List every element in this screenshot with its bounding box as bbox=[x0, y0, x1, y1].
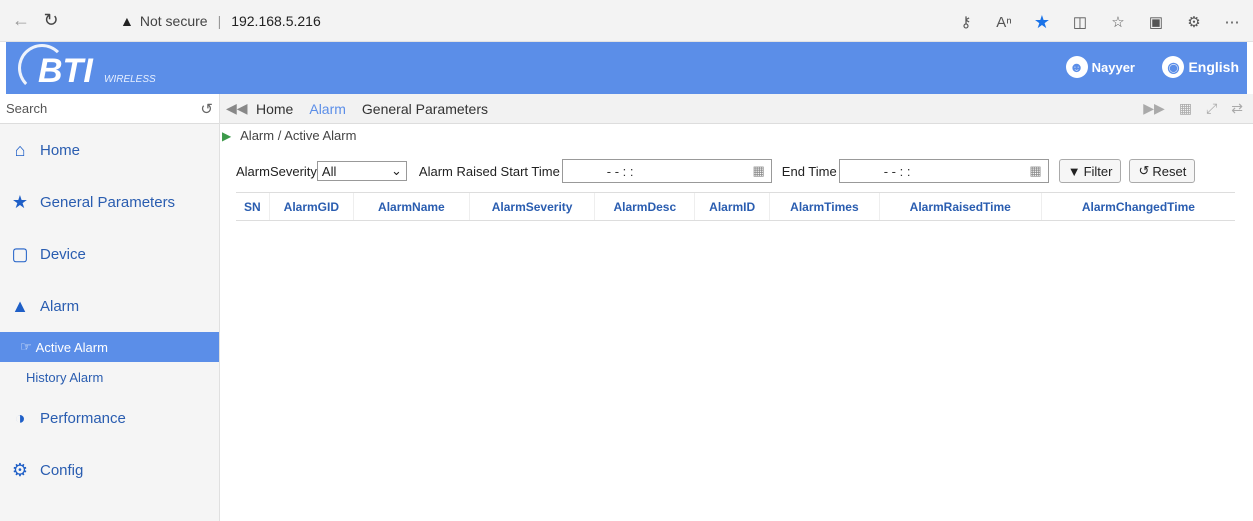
tab-general-parameters[interactable]: General Parameters bbox=[362, 101, 488, 117]
calendar-icon[interactable]: ▦ bbox=[1029, 163, 1041, 179]
favorite-star-icon[interactable]: ★ bbox=[1029, 12, 1055, 33]
language-label: English bbox=[1188, 59, 1239, 75]
language-menu[interactable]: ◉ English bbox=[1162, 56, 1239, 78]
key-icon[interactable]: ⚷ bbox=[953, 13, 979, 31]
globe-icon: ◉ bbox=[1162, 56, 1185, 78]
not-secure-label: Not secure bbox=[139, 13, 208, 29]
sidebar-item-label: Config bbox=[40, 461, 84, 479]
reload-icon[interactable]: ↻ bbox=[36, 6, 66, 36]
sidebar-search[interactable]: Search ↺ bbox=[0, 94, 219, 124]
start-time-value: - - : : bbox=[606, 163, 634, 179]
star-icon: ★ bbox=[11, 191, 29, 212]
column-header[interactable]: AlarmChangedTime bbox=[1040, 192, 1235, 221]
device-icon: ▢ bbox=[11, 243, 29, 264]
filter-bar: AlarmSeverity All ⌄ Alarm Raised Start T… bbox=[236, 158, 1203, 184]
home-icon: ⌂ bbox=[14, 139, 26, 160]
severity-value: All bbox=[321, 163, 337, 179]
sidebar-subitem-active-alarm[interactable]: ☞ Active Alarm bbox=[0, 332, 219, 362]
refresh-icon[interactable]: ↺ bbox=[200, 100, 213, 118]
url-text[interactable]: 192.168.5.216 bbox=[231, 13, 321, 29]
column-header[interactable]: AlarmGID bbox=[268, 192, 354, 221]
extensions-icon[interactable]: ⚙ bbox=[1181, 13, 1207, 31]
column-header[interactable]: AlarmSeverity bbox=[468, 192, 595, 221]
sidebar: Search ↺ ⌂ Home ★ General Parameters ▢ D… bbox=[0, 94, 220, 521]
end-time-value: - - : : bbox=[883, 163, 911, 179]
column-header[interactable]: AlarmRaisedTime bbox=[878, 192, 1042, 221]
severity-label: AlarmSeverity bbox=[236, 163, 317, 179]
sidebar-subitem-label: Active Alarm bbox=[35, 339, 108, 355]
sidebar-subitem-label: History Alarm bbox=[26, 369, 104, 385]
tab-bar: ◀◀ Home Alarm General Parameters ▶▶ ▦ ⤢ … bbox=[220, 94, 1253, 124]
tab-tools: ▶▶ ▦ ⤢ ⇄ bbox=[1143, 100, 1243, 117]
swap-icon[interactable]: ⇄ bbox=[1231, 100, 1243, 117]
bell-icon: ▲ bbox=[11, 295, 29, 316]
back-icon[interactable]: ← bbox=[6, 6, 36, 36]
windows-icon[interactable]: ▦ bbox=[1179, 100, 1192, 117]
fullscreen-icon[interactable]: ⤢ bbox=[1206, 100, 1217, 117]
sidebar-item-alarm[interactable]: ▲ Alarm bbox=[0, 280, 219, 332]
favorites-icon[interactable]: ☆ bbox=[1105, 13, 1131, 31]
reset-button-label: Reset bbox=[1152, 163, 1187, 179]
sidebar-item-home[interactable]: ⌂ Home bbox=[0, 124, 219, 176]
start-time-input[interactable]: - - : : ▦ bbox=[561, 159, 772, 183]
sidebar-item-config[interactable]: ⚙ Config bbox=[0, 444, 219, 496]
app-header: BTI WIRELESS ☻ Nayyer ◉ English bbox=[6, 42, 1247, 94]
alarm-table: SN AlarmGID AlarmName AlarmSeverity Alar… bbox=[236, 192, 1235, 221]
column-header[interactable]: SN bbox=[236, 192, 270, 221]
column-header[interactable]: AlarmID bbox=[694, 192, 770, 221]
search-input[interactable]: Search bbox=[6, 101, 47, 116]
column-header[interactable]: AlarmDesc bbox=[594, 192, 695, 221]
split-screen-icon[interactable]: ◫ bbox=[1067, 13, 1093, 31]
address-separator: | bbox=[217, 13, 222, 29]
sidebar-item-general-parameters[interactable]: ★ General Parameters bbox=[0, 176, 219, 228]
column-header[interactable]: AlarmTimes bbox=[769, 192, 880, 221]
end-time-label: End Time bbox=[781, 163, 837, 179]
table-header-row: SN AlarmGID AlarmName AlarmSeverity Alar… bbox=[236, 192, 1235, 221]
pointer-icon: ☞ bbox=[20, 339, 32, 354]
scroll-left-icon[interactable]: ◀◀ bbox=[226, 100, 248, 117]
browser-actions: ⚷ Aⁿ ★ ◫ ☆ ▣ ⚙ ⋯ bbox=[953, 8, 1245, 36]
filter-button-label: Filter bbox=[1083, 163, 1113, 179]
reset-button[interactable]: ↺ Reset bbox=[1129, 159, 1196, 183]
sidebar-item-label: Alarm bbox=[40, 297, 80, 315]
user-icon: ☻ bbox=[1065, 56, 1088, 78]
performance-icon: ◑ bbox=[14, 407, 26, 428]
column-header[interactable]: AlarmName bbox=[353, 192, 470, 221]
user-name: Nayyer bbox=[1091, 59, 1135, 75]
logo-subtext: WIRELESS bbox=[104, 74, 156, 85]
sidebar-item-label: Home bbox=[40, 141, 81, 159]
start-time-label: Alarm Raised Start Time bbox=[418, 163, 560, 179]
browser-toolbar: ← ↻ ▲ Not secure | 192.168.5.216 ⚷ Aⁿ ★ … bbox=[0, 0, 1253, 42]
sidebar-item-label: Device bbox=[40, 245, 86, 263]
read-aloud-icon[interactable]: Aⁿ bbox=[991, 14, 1017, 31]
sidebar-item-performance[interactable]: ◑ Performance bbox=[0, 392, 219, 444]
reset-icon: ↺ bbox=[1138, 163, 1150, 178]
filter-icon: ▼ bbox=[1067, 163, 1081, 179]
bti-logo[interactable]: BTI WIRELESS bbox=[18, 44, 158, 92]
path-text: Alarm / Active Alarm bbox=[240, 128, 357, 143]
play-arrow-icon: ▶ bbox=[222, 129, 232, 143]
filter-button[interactable]: ▼ Filter bbox=[1058, 159, 1122, 183]
sidebar-subitem-history-alarm[interactable]: History Alarm bbox=[0, 362, 219, 392]
logo-text: BTI bbox=[38, 52, 93, 90]
page-path: ▶ Alarm / Active Alarm bbox=[222, 128, 356, 143]
calendar-icon[interactable]: ▦ bbox=[753, 163, 765, 179]
sidebar-item-device[interactable]: ▢ Device bbox=[0, 228, 219, 280]
more-icon[interactable]: ⋯ bbox=[1219, 13, 1245, 31]
user-menu[interactable]: ☻ Nayyer bbox=[1065, 56, 1135, 78]
tab-home[interactable]: Home bbox=[256, 101, 293, 117]
severity-select[interactable]: All ⌄ bbox=[316, 161, 407, 181]
sidebar-item-label: General Parameters bbox=[40, 193, 176, 211]
warning-icon: ▲ bbox=[120, 13, 134, 29]
end-time-input[interactable]: - - : : ▦ bbox=[838, 159, 1049, 183]
address-bar[interactable]: ▲ Not secure | 192.168.5.216 bbox=[100, 7, 960, 35]
tab-alarm[interactable]: Alarm bbox=[309, 101, 346, 117]
scroll-right-icon[interactable]: ▶▶ bbox=[1143, 100, 1165, 117]
sidebar-item-label: Performance bbox=[40, 409, 126, 427]
collections-icon[interactable]: ▣ bbox=[1143, 13, 1169, 31]
gear-icon: ⚙ bbox=[11, 459, 29, 480]
chevron-down-icon: ⌄ bbox=[391, 163, 402, 178]
